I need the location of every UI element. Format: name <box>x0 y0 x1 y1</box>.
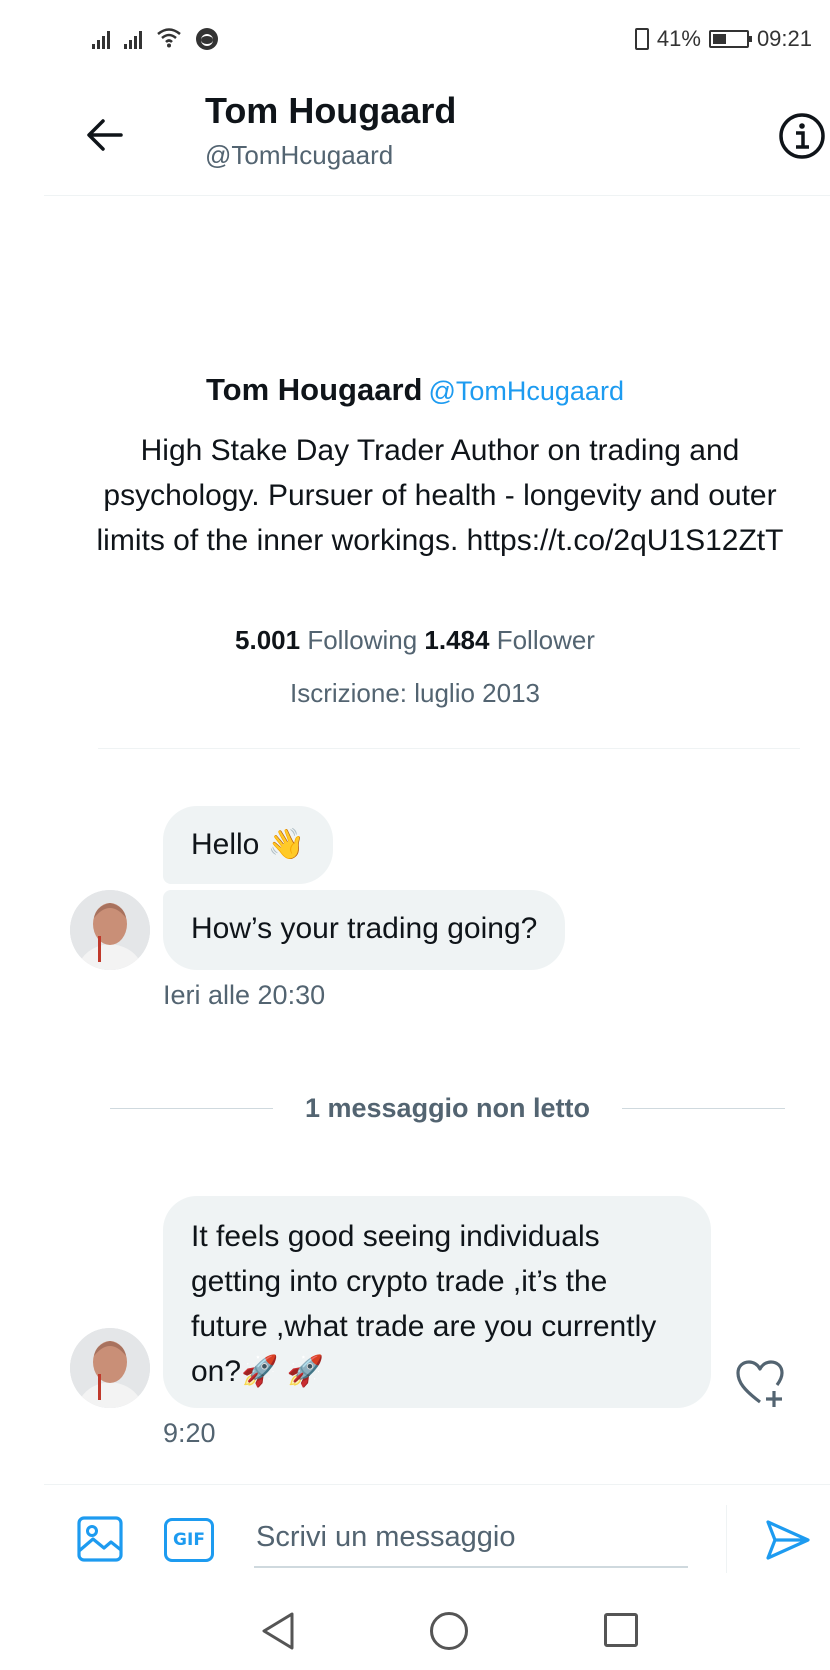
status-icons-right: 41% 09:21 <box>634 24 812 54</box>
following-label: Following <box>307 625 418 655</box>
following-link[interactable]: 5.001 Following <box>235 625 417 655</box>
status-bar: 41% 09:21 <box>0 0 830 80</box>
profile-divider <box>98 748 800 749</box>
following-count: 5.001 <box>235 625 301 655</box>
avatar[interactable] <box>70 890 150 970</box>
follower-label: Follower <box>496 625 595 655</box>
back-button[interactable] <box>80 110 130 160</box>
battery-icon <box>708 30 752 48</box>
message-bubble[interactable]: How’s your trading going? <box>163 890 566 970</box>
like-button[interactable] <box>732 1355 788 1411</box>
conversation-title: Tom Hougaard <box>205 90 457 131</box>
image-icon <box>77 1516 123 1562</box>
message-timestamp: Ieri alle 20:30 <box>163 980 326 1010</box>
send-button[interactable] <box>762 1514 814 1566</box>
add-media-button[interactable] <box>76 1515 124 1563</box>
avatar[interactable] <box>70 1328 150 1408</box>
send-icon <box>766 1520 810 1560</box>
status-icons-left <box>92 24 218 54</box>
profile-joined-date: Iscrizione: luglio 2013 <box>289 678 541 708</box>
nav-recents-icon[interactable] <box>604 1613 638 1647</box>
info-button[interactable] <box>774 108 830 164</box>
unread-divider: 1 messaggio non letto <box>110 1090 786 1126</box>
signal-icon <box>124 29 142 49</box>
profile-bio: High Stake Day Trader Author on trading … <box>96 434 784 557</box>
composer-divider <box>44 1484 830 1485</box>
info-icon <box>779 113 825 159</box>
divider-line <box>622 1107 786 1109</box>
profile-name: Tom Hougaard <box>206 372 423 407</box>
message-input[interactable] <box>254 1508 688 1568</box>
arrow-left-icon <box>87 119 123 151</box>
follower-link[interactable]: 1.484 Follower <box>424 625 595 655</box>
message-bubble[interactable]: Hello 👋 <box>163 806 334 884</box>
signal-icon <box>92 29 110 49</box>
clock: 09:21 <box>756 26 812 51</box>
heart-plus-icon <box>736 1360 784 1407</box>
header-divider <box>44 195 830 196</box>
spotify-icon <box>196 28 218 50</box>
unread-label: 1 messaggio non letto <box>304 1092 591 1123</box>
composer-vertical-divider <box>726 1505 727 1573</box>
system-navigation-bar <box>0 1600 830 1670</box>
follower-count: 1.484 <box>424 625 490 655</box>
message-timestamp: 9:20 <box>163 1418 216 1448</box>
conversation-handle: @TomHcugaard <box>205 140 394 170</box>
wifi-icon <box>156 26 182 53</box>
nav-back-icon[interactable] <box>258 1610 298 1652</box>
profile-title[interactable]: Tom Hougaard @TomHcugaard <box>0 372 830 408</box>
profile-handle: @TomHcugaard <box>428 376 624 406</box>
profile-stats: 5.001 Following 1.484 Follower <box>0 625 830 656</box>
vibrate-icon <box>634 28 649 50</box>
battery-percent: 41% <box>656 26 701 51</box>
gif-button[interactable]: GIF <box>164 1518 214 1562</box>
message-bubble[interactable]: It feels good seeing individuals getting… <box>163 1196 711 1408</box>
divider-line <box>110 1107 273 1109</box>
nav-home-icon[interactable] <box>430 1612 468 1650</box>
